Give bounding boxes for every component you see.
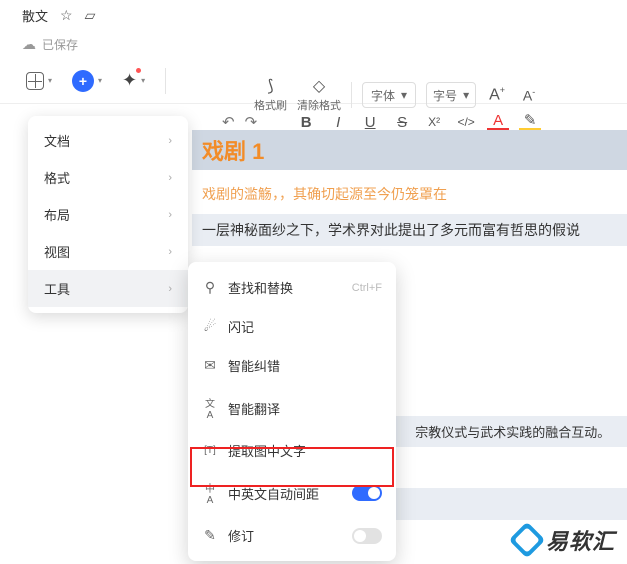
undo-button[interactable]: ↶ [222, 113, 235, 131]
submenu-ocr[interactable]: [T] 提取图中文字 [188, 431, 396, 470]
tools-submenu: ⚲ 查找和替换 Ctrl+F ☄ 闪记 ✉ 智能纠错 文A 智能翻译 [T] 提… [188, 262, 396, 561]
chevron-right-icon: › [168, 209, 172, 221]
menu-item-format[interactable]: 格式 › [28, 159, 188, 196]
brush-icon: ⟆ [267, 77, 273, 95]
decrease-font-button[interactable]: A- [518, 87, 540, 104]
bell-icon[interactable]: ▱ [85, 7, 96, 24]
star-icon[interactable]: ☆ [60, 7, 73, 24]
menu-item-layout[interactable]: 布局 › [28, 196, 188, 233]
chevron-down-icon: ▾ [48, 76, 52, 85]
chevron-down-icon: ▾ [463, 88, 469, 102]
menu-label: 布局 [44, 205, 70, 224]
watermark-text: 易软汇 [546, 524, 615, 556]
submenu-label: 闪记 [228, 317, 254, 336]
add-button[interactable]: + ▾ [72, 70, 102, 92]
submenu-label: 中英文自动间距 [228, 484, 319, 503]
submenu-flash-note[interactable]: ☄ 闪记 [188, 307, 396, 346]
superscript-button[interactable]: X² [423, 115, 445, 129]
correct-icon: ✉ [202, 357, 218, 374]
toggle-switch[interactable] [352, 485, 382, 501]
submenu-label: 智能纠错 [228, 356, 280, 375]
font-color-button[interactable]: A [487, 114, 509, 130]
wand-icon: ✦ [122, 70, 137, 91]
increase-font-button[interactable]: A+ [486, 85, 508, 104]
bold-button[interactable]: B [295, 114, 317, 131]
menu-label: 格式 [44, 168, 70, 187]
redo-button[interactable]: ↷ [245, 113, 258, 131]
search-icon: ⚲ [202, 279, 218, 296]
code-button[interactable]: </> [455, 115, 477, 129]
heading-text: 戏剧 1 [202, 139, 264, 164]
watermark: 易软汇 [514, 524, 615, 556]
apps-button[interactable]: ▾ [26, 72, 52, 90]
grid-icon [26, 72, 44, 90]
ai-button[interactable]: ✦ ▾ [122, 70, 145, 91]
menu-label: 文档 [44, 131, 70, 150]
logo-icon [509, 522, 546, 559]
spacing-icon: 中A [202, 480, 218, 506]
submenu-revision[interactable]: ✎ 修订 [188, 516, 396, 555]
translate-icon: 文A [202, 395, 218, 421]
submenu-label: 查找和替换 [228, 278, 293, 297]
main-menu: 文档 › 格式 › 布局 › 视图 › 工具 › [28, 116, 188, 313]
edit-icon: ✎ [202, 527, 218, 544]
flash-icon: ☄ [202, 318, 218, 335]
submenu-smart-translate[interactable]: 文A 智能翻译 [188, 385, 396, 431]
chevron-right-icon: › [168, 135, 172, 147]
toggle-switch[interactable] [352, 528, 382, 544]
plus-icon: + [72, 70, 94, 92]
separator [165, 68, 166, 94]
strikethrough-button[interactable]: S [391, 114, 413, 131]
text-fragment: 宗教仪式与武术实践的融合互动。 [415, 425, 610, 440]
submenu-label: 智能翻译 [228, 399, 280, 418]
shortcut-text: Ctrl+F [352, 282, 382, 294]
menu-item-document[interactable]: 文档 › [28, 122, 188, 159]
submenu-label: 提取图中文字 [228, 441, 306, 460]
paragraph[interactable]: 戏剧的滥觞，，其确切起源至今仍笼罩在 [192, 170, 627, 214]
menu-item-view[interactable]: 视图 › [28, 233, 188, 270]
menu-item-tools[interactable]: 工具 › [28, 270, 188, 307]
eraser-icon: ◇ [313, 77, 325, 95]
submenu-auto-spacing[interactable]: 中A 中英文自动间距 [188, 470, 396, 516]
font-label: 字体 [371, 87, 395, 104]
doc-title: 散文 [22, 6, 48, 25]
chevron-down-icon: ▾ [141, 76, 145, 85]
chevron-right-icon: › [168, 283, 172, 295]
chevron-right-icon: › [168, 246, 172, 258]
underline-button[interactable]: U [359, 114, 381, 131]
highlight-button[interactable]: ✎ [519, 114, 541, 130]
ocr-icon: [T] [202, 445, 218, 456]
submenu-smart-correct[interactable]: ✉ 智能纠错 [188, 346, 396, 385]
menu-label: 视图 [44, 242, 70, 261]
chevron-right-icon: › [168, 172, 172, 184]
save-status: 已保存 [42, 36, 78, 53]
chevron-down-icon: ▾ [401, 88, 407, 102]
font-family-select[interactable]: 字体 ▾ [362, 82, 416, 108]
chevron-down-icon: ▾ [98, 76, 102, 85]
cloud-icon: ☁ [22, 36, 36, 53]
submenu-label: 修订 [228, 526, 254, 545]
paragraph[interactable]: 一层神秘面纱之下，学术界对此提出了多元而富有哲思的假说 [192, 214, 627, 246]
submenu-find-replace[interactable]: ⚲ 查找和替换 Ctrl+F [188, 268, 396, 307]
font-size-select[interactable]: 字号 ▾ [426, 82, 476, 108]
separator [351, 82, 352, 108]
menu-label: 工具 [44, 279, 70, 298]
italic-button[interactable]: I [327, 114, 349, 131]
heading-block[interactable]: 戏剧 1 [192, 130, 627, 170]
size-label: 字号 [433, 87, 457, 104]
